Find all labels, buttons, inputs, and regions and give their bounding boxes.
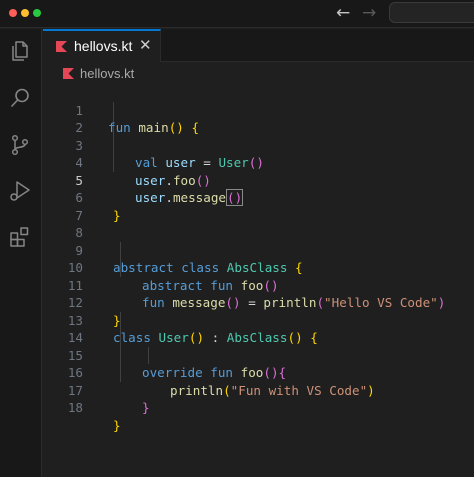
forward-arrow-icon[interactable]: → bbox=[362, 3, 376, 23]
title-bar: ← → bbox=[0, 0, 474, 28]
code-line: 12 } bbox=[43, 277, 474, 328]
code-line: 15 override fun foo(){ bbox=[43, 329, 474, 381]
extensions-icon[interactable] bbox=[8, 225, 32, 249]
code-line: 16 println("Fun with VS Code") bbox=[43, 347, 474, 398]
breadcrumb-file-label: hellovs.kt bbox=[80, 66, 135, 81]
code-line: 11 fun message() = println("Hello VS Cod… bbox=[43, 259, 474, 311]
tab-hellovs-kt[interactable]: hellovs.kt ✕ bbox=[43, 29, 161, 62]
tab-label: hellovs.kt bbox=[74, 38, 133, 54]
kotlin-file-icon bbox=[56, 41, 67, 52]
code-line: 5 user.message() bbox=[43, 154, 474, 206]
code-line: 2 bbox=[43, 102, 474, 135]
code-text: } bbox=[142, 400, 150, 415]
command-center-search[interactable] bbox=[389, 2, 474, 23]
zoom-window-button[interactable] bbox=[33, 9, 41, 17]
code-line: 18 } bbox=[43, 382, 474, 433]
code-line: 14 bbox=[43, 312, 474, 345]
close-icon[interactable]: ✕ bbox=[139, 36, 152, 54]
source-control-icon[interactable] bbox=[8, 133, 32, 157]
code-line: 4 user.foo() bbox=[43, 137, 474, 188]
code-line: 1 fun main() { bbox=[43, 84, 474, 136]
code-line: 10 abstract fun foo() bbox=[43, 242, 474, 293]
kotlin-file-icon bbox=[63, 68, 74, 79]
code-text: } bbox=[113, 417, 121, 433]
minimize-window-button[interactable] bbox=[21, 9, 29, 17]
activity-bar bbox=[0, 29, 42, 477]
close-window-button[interactable] bbox=[9, 9, 17, 17]
line-number: 18 bbox=[67, 400, 83, 415]
code-editor[interactable]: 1 fun main() { 2 3 val user = User() 4 u… bbox=[43, 84, 474, 477]
back-arrow-icon[interactable]: ← bbox=[336, 3, 350, 23]
code-line: 3 val user = User() bbox=[43, 119, 474, 171]
search-icon[interactable] bbox=[8, 86, 32, 110]
code-line: 7 bbox=[43, 189, 474, 223]
run-debug-icon[interactable] bbox=[8, 179, 32, 203]
code-line: 17 } bbox=[43, 364, 474, 416]
breadcrumb[interactable]: hellovs.kt bbox=[43, 62, 474, 84]
editor-tab-bar: hellovs.kt ✕ bbox=[43, 29, 474, 62]
code-line: 8 bbox=[43, 207, 474, 240]
code-line: 9 abstract class AbsClass { bbox=[43, 224, 474, 276]
code-line: 6 } bbox=[43, 172, 474, 223]
explorer-icon[interactable] bbox=[8, 39, 32, 63]
code-line: 13 class User() : AbsClass() { bbox=[43, 294, 474, 346]
